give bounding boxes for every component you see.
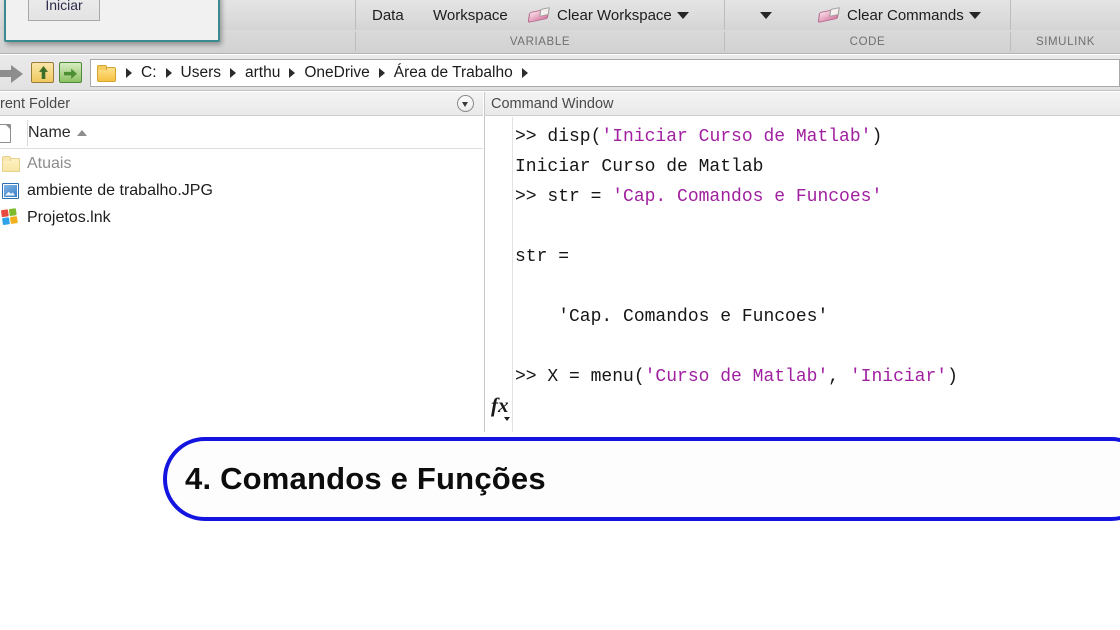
- command-text: ,: [828, 367, 850, 387]
- ribbon-label-workspace: Workspace: [433, 6, 508, 24]
- current-folder-panel: rent Folder Name Atuais ambiente de trab…: [0, 92, 483, 432]
- string-literal: 'Curso de Matlab': [644, 367, 829, 387]
- list-item[interactable]: Atuais: [0, 150, 483, 177]
- chevron-down-circle-icon[interactable]: [457, 95, 474, 112]
- command-text: str =: [515, 247, 570, 267]
- chevron-down-icon[interactable]: [676, 11, 689, 19]
- ribbon-button-clear-commands[interactable]: Clear Commands: [817, 0, 981, 30]
- string-literal: 'Cap. Comandos e Funcoes': [612, 187, 883, 207]
- command-window-header: Command Window: [485, 92, 1120, 116]
- current-folder-file-list: Atuais ambiente de trabalho.JPG Projetos…: [0, 150, 483, 231]
- column-header-name-label: Name: [28, 123, 71, 141]
- column-header-name[interactable]: Name: [28, 124, 87, 142]
- command-window-title: Command Window: [491, 95, 614, 112]
- list-item[interactable]: Projetos.lnk: [0, 204, 483, 231]
- command-line: >> disp('Iniciar Curso de Matlab'): [515, 122, 1116, 152]
- section-title-text: 4. Comandos e Funções: [185, 461, 546, 496]
- document-icon: [0, 123, 11, 143]
- command-line: str =: [515, 242, 1116, 272]
- chevron-right-icon: [165, 67, 172, 78]
- ribbon-group-code: CODE: [849, 35, 886, 48]
- command-text: >> str =: [515, 187, 613, 207]
- screenshot-root: Data Workspace Clear Workspace Clear Com…: [0, 0, 1120, 630]
- ribbon-label-clear-workspace: Clear Workspace: [557, 6, 672, 24]
- chevron-down-icon[interactable]: [968, 11, 981, 19]
- ribbon-button-data[interactable]: Data: [372, 0, 404, 30]
- breadcrumb-onedrive[interactable]: OneDrive: [302, 64, 371, 82]
- string-literal: 'Iniciar': [849, 367, 948, 387]
- command-window-gutter: fx: [485, 117, 513, 432]
- sort-ascending-icon: [76, 129, 87, 136]
- chevron-right-icon: [289, 67, 296, 78]
- file-name: Atuais: [27, 154, 72, 172]
- ribbon-button-clear-workspace[interactable]: Clear Workspace: [527, 0, 689, 30]
- breadcrumb-arthu[interactable]: arthu: [243, 64, 282, 82]
- current-folder-header: rent Folder: [0, 92, 483, 116]
- current-folder-title: rent Folder: [0, 95, 71, 112]
- ribbon-group-simulink: SIMULINK: [1035, 35, 1096, 48]
- chevron-right-icon: [378, 67, 385, 78]
- command-line: [515, 212, 1116, 242]
- command-line: >> str = 'Cap. Comandos e Funcoes': [515, 182, 1116, 212]
- ribbon-group-variable: VARIABLE: [509, 35, 571, 48]
- command-window-output[interactable]: >> disp('Iniciar Curso de Matlab') Inicia…: [515, 122, 1116, 432]
- command-text: ): [871, 127, 883, 147]
- command-text: >> X = menu(: [515, 367, 645, 387]
- ribbon-button-code-dropdown[interactable]: [760, 0, 772, 30]
- chevron-right-icon: [521, 67, 528, 78]
- path-breadcrumb-field[interactable]: C: Users arthu OneDrive Área de Trabalho: [90, 58, 1120, 87]
- list-item[interactable]: ambiente de trabalho.JPG: [0, 177, 483, 204]
- file-name: ambiente de trabalho.JPG: [27, 181, 213, 199]
- menu-dialog: Iniciar: [4, 0, 220, 42]
- current-folder-column-header: Name: [0, 117, 483, 149]
- file-name: Projetos.lnk: [27, 208, 111, 226]
- fx-function-icon[interactable]: fx: [491, 393, 510, 421]
- eraser-icon: [527, 6, 552, 24]
- image-file-icon: [2, 182, 19, 199]
- chevron-down-icon[interactable]: [760, 11, 772, 19]
- breadcrumb-c[interactable]: C:: [139, 64, 159, 82]
- command-line: Iniciar Curso de Matlab: [515, 152, 1116, 182]
- command-text: ): [947, 367, 958, 387]
- dialog-iniciar-label: Iniciar: [45, 0, 83, 13]
- windows-shortcut-icon: [0, 208, 20, 227]
- command-line: [515, 272, 1116, 302]
- breadcrumb-area-de-trabalho[interactable]: Área de Trabalho: [392, 64, 515, 82]
- eraser-icon: [817, 6, 842, 24]
- command-text: >> disp(: [515, 127, 602, 147]
- folder-icon: [2, 156, 20, 172]
- command-window-panel: Command Window fx >> disp('Iniciar Curso…: [484, 92, 1120, 432]
- browse-folder-icon[interactable]: [31, 62, 54, 83]
- breadcrumb-users[interactable]: Users: [179, 64, 223, 82]
- section-title-banner: 4. Comandos e Funções: [163, 437, 1120, 521]
- command-line: >> X = menu('Curso de Matlab', 'Iniciar'…: [515, 362, 1116, 392]
- current-folder-path-bar: C: Users arthu OneDrive Área de Trabalho: [0, 55, 1120, 91]
- ribbon-button-workspace[interactable]: Workspace: [433, 0, 508, 30]
- ribbon-label-clear-commands: Clear Commands: [847, 6, 964, 24]
- command-text: 'Cap. Comandos e Funcoes': [515, 307, 829, 327]
- ribbon-label-data: Data: [372, 6, 404, 24]
- folder-icon: [97, 65, 116, 82]
- go-up-folder-icon[interactable]: [59, 62, 82, 83]
- string-literal: 'Iniciar Curso de Matlab': [601, 127, 872, 147]
- dialog-iniciar-button[interactable]: Iniciar: [28, 0, 100, 21]
- command-line: [515, 332, 1116, 362]
- forward-arrow-icon[interactable]: [0, 64, 26, 83]
- chevron-right-icon: [229, 67, 236, 78]
- command-line: 'Cap. Comandos e Funcoes': [515, 302, 1116, 332]
- chevron-right-icon: [126, 67, 132, 78]
- command-text: Iniciar Curso de Matlab: [515, 157, 764, 177]
